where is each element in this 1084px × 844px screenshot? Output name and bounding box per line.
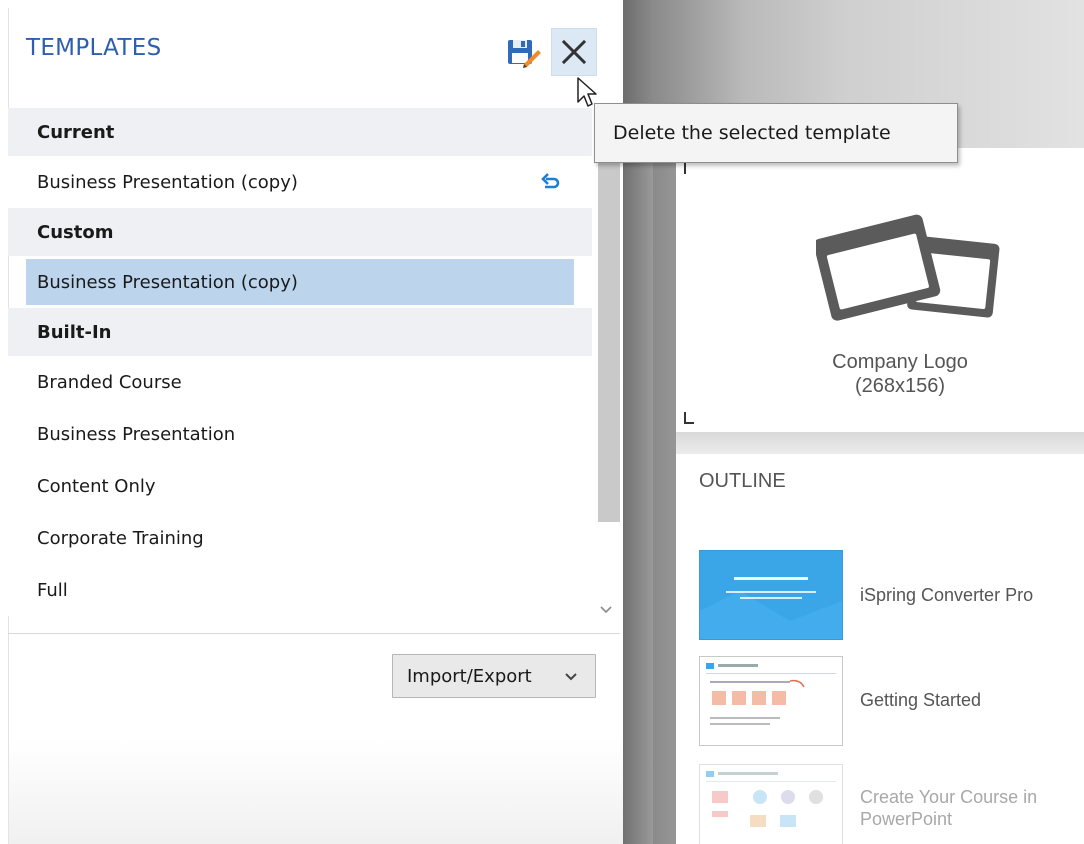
slide-thumbnail-art — [706, 663, 836, 725]
outline-title: OUTLINE — [699, 470, 786, 492]
delete-tooltip: Delete the selected template — [594, 103, 958, 163]
panel-divider — [8, 633, 620, 634]
scrollbar-thumb[interactable] — [598, 160, 620, 522]
save-template-button[interactable] — [504, 32, 544, 72]
slide-thumbnail[interactable] — [699, 656, 843, 746]
company-logo-caption: Company Logo (268x156) — [800, 350, 1000, 398]
template-item[interactable]: Corporate Training — [8, 512, 592, 564]
save-edit-icon — [508, 40, 541, 68]
template-item-label: Branded Course — [37, 371, 182, 393]
selection-highlight: Business Presentation (copy) — [26, 259, 574, 305]
slide-label: Create Your Course in PowerPoint — [860, 787, 1038, 829]
template-item-label: Business Presentation — [37, 423, 236, 445]
close-icon — [561, 39, 587, 65]
mouse-cursor-icon — [577, 77, 597, 107]
crop-mark — [684, 162, 686, 174]
section-header-current: Current — [8, 108, 592, 156]
tooltip-text: Delete the selected template — [613, 122, 891, 144]
undo-icon[interactable] — [540, 171, 562, 193]
panel-title: TEMPLATES — [26, 35, 162, 61]
slide-thumbnail[interactable] — [699, 550, 843, 640]
slide-thumbnail-art — [706, 771, 836, 827]
template-item[interactable]: Business Presentation — [8, 408, 592, 460]
section-header-custom: Custom — [8, 208, 592, 256]
delete-template-button[interactable] — [551, 28, 597, 76]
template-item[interactable]: Full — [8, 564, 592, 616]
template-item[interactable]: Content Only — [8, 460, 592, 512]
import-export-label: Import/Export — [407, 665, 532, 687]
template-item-selected[interactable]: Business Presentation (copy) — [8, 256, 592, 308]
slide-label: iSpring Converter Pro — [860, 585, 1034, 605]
template-item-label: Business Presentation (copy) — [37, 271, 298, 293]
template-list: Current Business Presentation (copy) Cus… — [8, 108, 592, 616]
scroll-down-button[interactable] — [596, 600, 616, 620]
slide-thumbnail-art — [700, 551, 842, 639]
card-separator — [676, 432, 1084, 454]
preview-side-strip — [623, 140, 653, 844]
crop-mark — [684, 422, 694, 424]
company-logo-placeholder-icon — [816, 214, 1000, 321]
template-item-label: Content Only — [37, 475, 156, 497]
chevron-down-icon — [565, 673, 577, 681]
slide-thumbnail[interactable] — [699, 764, 843, 844]
chevron-down-icon — [600, 606, 612, 614]
template-item[interactable]: Business Presentation (copy) — [8, 156, 592, 208]
template-item-label: Business Presentation (copy) — [37, 171, 298, 193]
logo-caption-line1: Company Logo — [832, 351, 968, 373]
template-item[interactable]: Branded Course — [8, 356, 592, 408]
section-label: Built-In — [37, 321, 112, 343]
slide-label: Getting Started — [860, 690, 982, 710]
template-item-label: Full — [37, 579, 68, 601]
logo-caption-line2: (268x156) — [854, 375, 946, 397]
section-header-builtin: Built-In — [8, 308, 592, 356]
section-label: Current — [37, 121, 115, 143]
import-export-dropdown[interactable]: Import/Export — [392, 654, 596, 698]
section-label: Custom — [37, 221, 114, 243]
template-item-label: Corporate Training — [37, 527, 204, 549]
